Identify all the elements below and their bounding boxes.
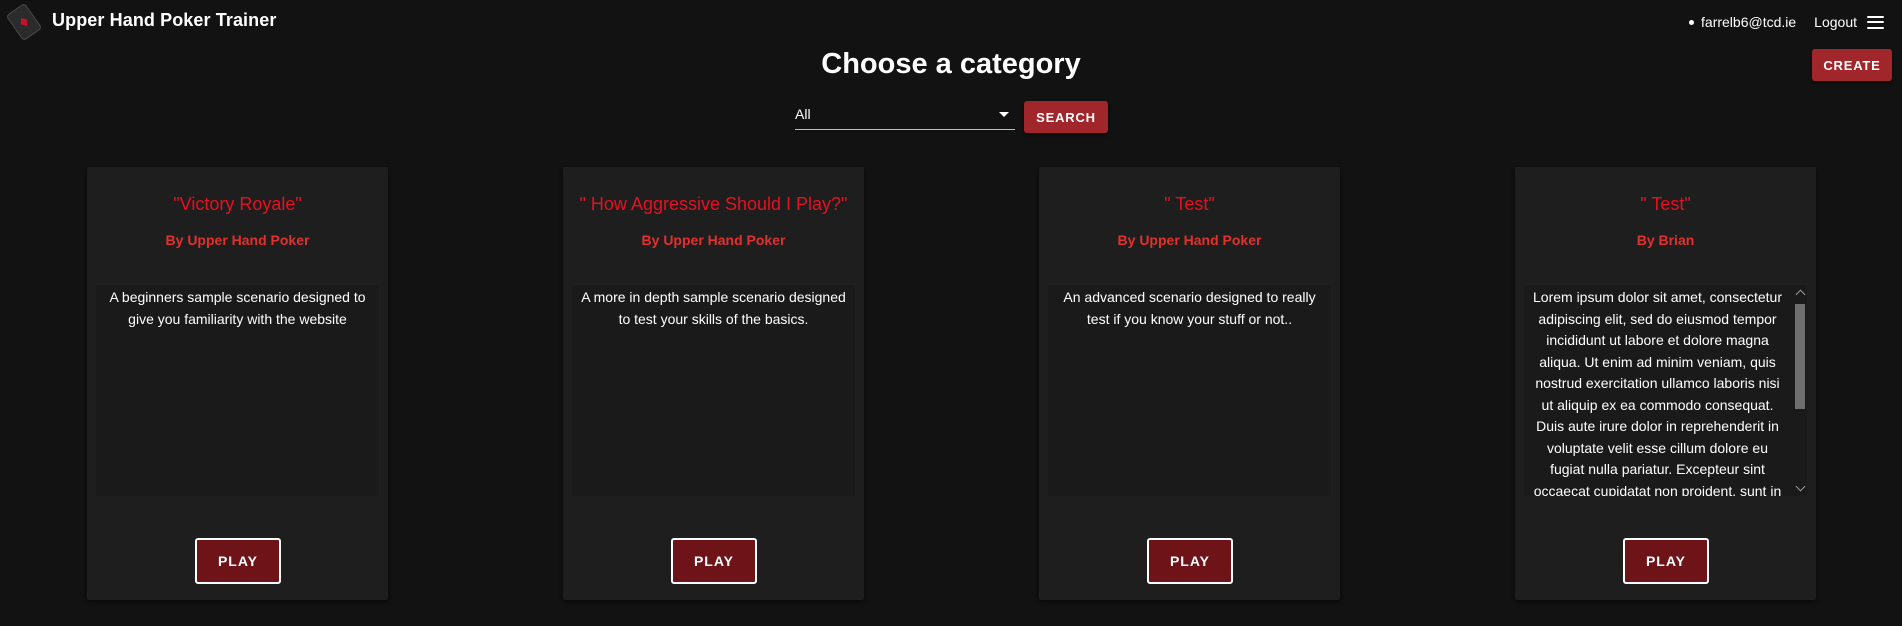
scenario-card: " Test" By Brian Lorem ipsum dolor sit a… bbox=[1515, 167, 1816, 600]
card-description-box: A more in depth sample scenario designed… bbox=[572, 285, 855, 496]
card-author: By Upper Hand Poker bbox=[641, 232, 786, 248]
scroll-up-icon[interactable] bbox=[1795, 289, 1806, 300]
category-select-value: All bbox=[795, 106, 811, 122]
scenario-card: " How Aggressive Should I Play?" By Uppe… bbox=[563, 167, 864, 600]
card-author: By Brian bbox=[1636, 232, 1695, 248]
user-status-dot-icon bbox=[1689, 19, 1695, 25]
menu-icon-bar bbox=[1867, 21, 1884, 23]
scenario-card: "Victory Royale" By Upper Hand Poker A b… bbox=[87, 167, 388, 600]
logout-link[interactable]: Logout bbox=[1814, 14, 1857, 30]
card-author: By Upper Hand Poker bbox=[1117, 232, 1262, 248]
card-author: By Upper Hand Poker bbox=[165, 232, 310, 248]
user-email: farrelb6@tcd.ie bbox=[1701, 14, 1797, 30]
card-description: A more in depth sample scenario designed… bbox=[581, 289, 846, 327]
card-description-box: A beginners sample scenario designed to … bbox=[96, 285, 379, 496]
description-scrollbar[interactable] bbox=[1793, 285, 1807, 496]
play-button[interactable]: PLAY bbox=[1623, 538, 1709, 584]
dropdown-arrow-icon bbox=[999, 112, 1009, 117]
scenario-card: " Test" By Upper Hand Poker An advanced … bbox=[1039, 167, 1340, 600]
play-button[interactable]: PLAY bbox=[1147, 538, 1233, 584]
user-area: farrelb6@tcd.ie Logout bbox=[1689, 12, 1884, 32]
play-button[interactable]: PLAY bbox=[671, 538, 757, 584]
card-description: An advanced scenario designed to really … bbox=[1063, 289, 1316, 327]
card-title: " How Aggressive Should I Play?" bbox=[579, 194, 848, 214]
app-title[interactable]: Upper Hand Poker Trainer bbox=[52, 10, 276, 31]
category-select[interactable]: All bbox=[795, 102, 1015, 130]
create-button[interactable]: CREATE bbox=[1812, 49, 1892, 81]
poker-card-logo-icon[interactable] bbox=[5, 3, 43, 41]
hamburger-menu-icon[interactable] bbox=[1867, 15, 1884, 29]
top-app-bar: Upper Hand Poker Trainer farrelb6@tcd.ie… bbox=[0, 0, 1902, 44]
menu-icon-bar bbox=[1867, 26, 1884, 29]
menu-icon-bar bbox=[1867, 15, 1884, 18]
search-button[interactable]: SEARCH bbox=[1024, 101, 1108, 133]
play-button[interactable]: PLAY bbox=[195, 538, 281, 584]
card-title: "Victory Royale" bbox=[173, 194, 302, 214]
scroll-down-icon[interactable] bbox=[1795, 481, 1806, 492]
page-title: Choose a category bbox=[821, 48, 1081, 80]
card-description: A beginners sample scenario designed to … bbox=[109, 289, 366, 327]
card-title: " Test" bbox=[1164, 194, 1215, 214]
card-description-box: An advanced scenario designed to really … bbox=[1048, 285, 1331, 496]
scrollbar-thumb[interactable] bbox=[1795, 304, 1805, 409]
card-description-box[interactable]: Lorem ipsum dolor sit amet, consectetur … bbox=[1524, 285, 1807, 496]
card-description: Lorem ipsum dolor sit amet, consectetur … bbox=[1533, 289, 1782, 496]
card-title: " Test" bbox=[1640, 194, 1691, 214]
